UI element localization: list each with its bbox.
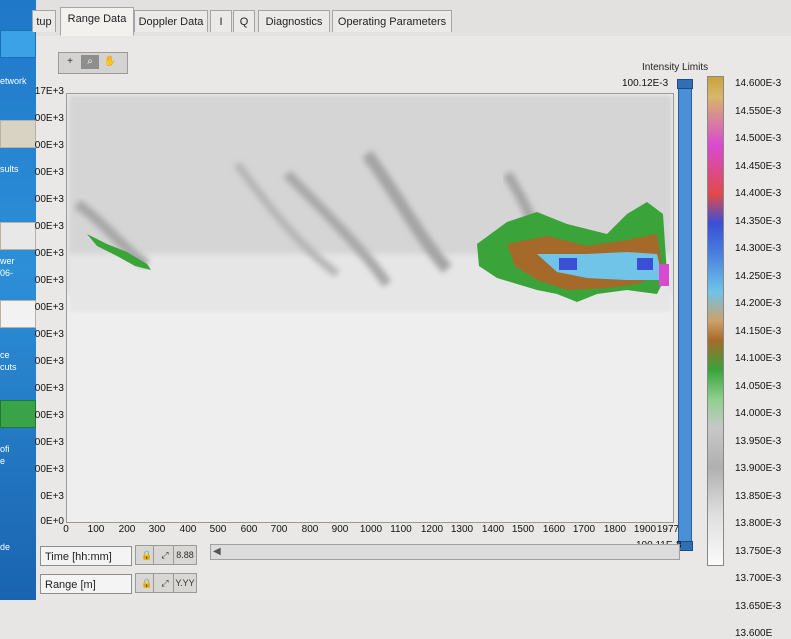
- x-tick-label: 800: [301, 524, 319, 535]
- desktop-label: de: [0, 542, 11, 552]
- x-tick-label: 1500: [511, 524, 535, 535]
- intensity-plot-svg: [67, 94, 673, 522]
- x-tick-label: 1300: [450, 524, 474, 535]
- x-tick-label: 1800: [603, 524, 627, 535]
- x-tick-label: 500: [209, 524, 227, 535]
- x-tick-label: 1200: [420, 524, 444, 535]
- slider-top-value: 100.12E-3: [622, 78, 669, 89]
- tab-q[interactable]: Q: [233, 10, 255, 32]
- crosshair-icon[interactable]: +: [61, 55, 79, 69]
- x-tick-label: 700: [270, 524, 288, 535]
- y-tick-label: 00E+3: [34, 329, 64, 340]
- intensity-tick-label: 14.450E-3: [735, 160, 782, 172]
- y-tick-label: 00E+3: [34, 302, 64, 313]
- y-tick-label: 00E+3: [34, 167, 64, 178]
- x-tick-label: 900: [331, 524, 349, 535]
- echo-magenta: [659, 264, 669, 286]
- echo-blue: [559, 258, 577, 270]
- intensity-tick-label: 14.200E-3: [735, 298, 782, 309]
- x-tick-label: 200: [118, 524, 136, 535]
- zoom-icon[interactable]: ⌕: [81, 55, 99, 69]
- pan-icon[interactable]: ✋: [101, 55, 119, 69]
- x-tick-label: 1100: [390, 524, 412, 535]
- intensity-tick-label: 13.700E-3: [735, 573, 782, 584]
- x-tick-label: 600: [240, 524, 258, 535]
- intensity-tick-label: 14.600E-3: [735, 78, 782, 89]
- horizontal-scrollbar[interactable]: ◀: [210, 544, 680, 560]
- time-label-field[interactable]: Time [hh:mm]: [40, 546, 132, 566]
- intensity-tick-label: 14.350E-3: [735, 215, 782, 227]
- lower-band: [67, 314, 673, 522]
- tab-setup[interactable]: tup: [32, 10, 56, 32]
- tab-range-data[interactable]: Range Data: [60, 7, 134, 36]
- plot-tool-palette: + ⌕ ✋: [58, 52, 128, 74]
- y-tick-label: 00E+3: [34, 248, 64, 259]
- y-tick-label: 0E+3: [40, 491, 64, 502]
- y-tick-label: 00E+3: [34, 437, 64, 448]
- intensity-tick-label: 13.750E-3: [735, 545, 782, 557]
- y-tick-label: 17E+3: [34, 86, 64, 97]
- intensity-tick-label: 14.150E-3: [735, 325, 782, 337]
- tab-i[interactable]: I: [210, 10, 232, 32]
- y-tick-label: 00E+3: [34, 410, 64, 421]
- intensity-tick-label: 14.400E-3: [735, 188, 782, 199]
- intensity-tick-label: 14.550E-3: [735, 105, 782, 117]
- intensity-limits-title: Intensity Limits: [642, 62, 709, 73]
- intensity-tick-label: 14.050E-3: [735, 380, 782, 392]
- tab-diagnostics[interactable]: Diagnostics: [258, 10, 330, 32]
- y-tick-label: 00E+3: [34, 113, 64, 124]
- scroll-left-icon[interactable]: ◀: [213, 545, 221, 559]
- x-tick-label: 1000: [359, 524, 383, 535]
- y-tick-label: 00E+3: [34, 275, 64, 286]
- x-tick-label: 1700: [572, 524, 596, 535]
- intensity-color-scale[interactable]: [707, 76, 724, 566]
- intensity-tick-label: 14.500E-3: [735, 133, 782, 144]
- y-tick-label: 00E+3: [34, 383, 64, 394]
- y-tick-label: 0E+0: [40, 516, 64, 527]
- time-format-button[interactable]: 8.88: [173, 545, 197, 565]
- intensity-tick-label: 13.800E-3: [735, 518, 782, 529]
- x-tick-label: 100: [87, 524, 105, 535]
- echo-blue: [637, 258, 653, 270]
- x-tick-label: 1400: [481, 524, 505, 535]
- tab-operating-parameters[interactable]: Operating Parameters: [332, 10, 452, 32]
- range-label-field[interactable]: Range [m]: [40, 574, 132, 594]
- x-axis: 0 100 200 300 400 500 600 700 800 900 10…: [63, 524, 679, 538]
- y-axis: 17E+3 00E+3 00E+3 00E+3 00E+3 00E+3 00E+…: [0, 86, 64, 527]
- x-tick-label: 1600: [542, 524, 566, 535]
- y-tick-label: 00E+3: [34, 464, 64, 475]
- intensity-tick-label: 14.000E-3: [735, 408, 782, 419]
- y-tick-label: 00E+3: [34, 140, 64, 151]
- x-tick-label: 0: [63, 524, 69, 535]
- intensity-tick-label: 14.100E-3: [735, 353, 782, 364]
- range-format-button[interactable]: Y.YY: [173, 573, 197, 593]
- x-tick-label: 400: [179, 524, 197, 535]
- intensity-tick-label: 14.300E-3: [735, 243, 782, 254]
- x-tick-label: 1900: [633, 524, 657, 535]
- tab-bar: tup Range Data Doppler Data I Q Diagnost…: [32, 0, 791, 37]
- x-tick-label: 1977: [656, 524, 680, 535]
- intensity-tick-label: 13.850E-3: [735, 490, 782, 502]
- y-tick-label: 00E+3: [34, 194, 64, 205]
- intensity-tick-label: 13.650E-3: [735, 600, 782, 612]
- y-tick-label: 00E+3: [34, 221, 64, 232]
- tab-doppler-data[interactable]: Doppler Data: [134, 10, 208, 32]
- x-tick-label: 300: [148, 524, 166, 535]
- intensity-tick-label: 13.600E: [735, 628, 773, 639]
- y-tick-label: 00E+3: [34, 356, 64, 367]
- range-slider[interactable]: [677, 79, 693, 551]
- desktop-label: etwork: [0, 76, 27, 86]
- intensity-tick-label: 13.950E-3: [735, 435, 782, 447]
- intensity-tick-label: 13.900E-3: [735, 463, 782, 474]
- intensity-plot-area[interactable]: [66, 93, 674, 523]
- slider-thumb-top[interactable]: [677, 79, 693, 89]
- intensity-tick-label: 14.250E-3: [735, 270, 782, 282]
- network-icon[interactable]: [0, 30, 36, 58]
